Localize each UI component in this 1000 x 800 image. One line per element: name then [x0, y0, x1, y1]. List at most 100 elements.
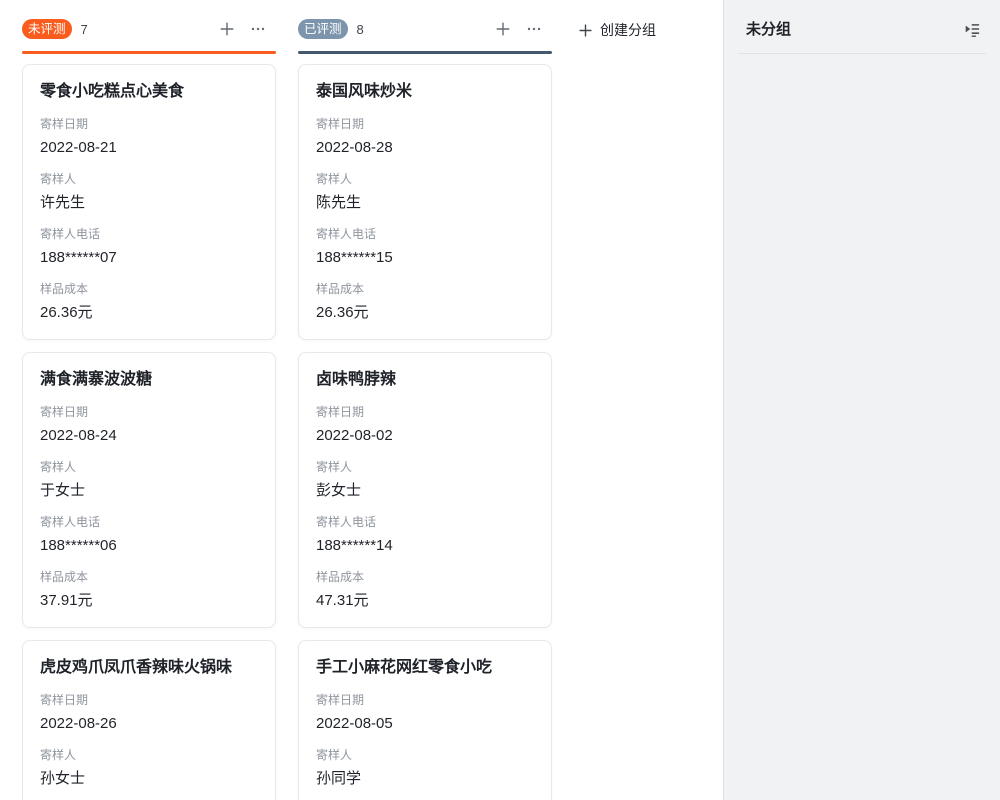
field-label: 样品成本 [40, 280, 258, 298]
card-field: 寄样人 彭女士 [316, 458, 534, 501]
field-label: 寄样人电话 [316, 225, 534, 243]
field-value: 2022-08-05 [316, 713, 534, 734]
field-label: 寄样人 [316, 746, 534, 764]
field-value: 2022-08-21 [40, 137, 258, 158]
ungrouped-panel: 未分组 [723, 0, 1000, 800]
panel-divider [738, 53, 986, 54]
field-value: 陈先生 [316, 192, 534, 213]
plus-icon [578, 23, 593, 38]
field-label: 寄样人电话 [316, 513, 534, 531]
kanban-card[interactable]: 卤味鸭脖辣 寄样日期 2022-08-02 寄样人 彭女士 寄样人电话 188*… [298, 352, 552, 628]
field-label: 寄样人 [316, 170, 534, 188]
card-title: 满食满寨波波糖 [40, 368, 258, 391]
field-value: 188******15 [316, 247, 534, 268]
ungrouped-panel-header: 未分组 [724, 0, 1000, 39]
field-value: 188******06 [40, 535, 258, 556]
card-field: 寄样人 孙同学 [316, 746, 534, 789]
plus-icon [219, 21, 235, 37]
card-title: 虎皮鸡爪凤爪香辣味火锅味 [40, 656, 258, 679]
card-field: 寄样日期 2022-08-26 [40, 691, 258, 734]
card-list: 零食小吃糕点心美食 寄样日期 2022-08-21 寄样人 许先生 寄样人电话 … [22, 64, 276, 800]
field-label: 寄样日期 [316, 403, 534, 421]
kanban-card[interactable]: 满食满寨波波糖 寄样日期 2022-08-24 寄样人 于女士 寄样人电话 18… [22, 352, 276, 628]
create-group-button[interactable]: 创建分组 [578, 20, 656, 40]
field-label: 寄样日期 [316, 115, 534, 133]
field-label: 寄样人 [40, 746, 258, 764]
card-field: 寄样日期 2022-08-05 [316, 691, 534, 734]
column-actions [495, 21, 552, 37]
field-label: 样品成本 [316, 568, 534, 586]
card-title: 泰国风味炒米 [316, 80, 534, 103]
card-title: 卤味鸭脖辣 [316, 368, 534, 391]
card-title: 零食小吃糕点心美食 [40, 80, 258, 103]
field-value: 2022-08-28 [316, 137, 534, 158]
card-field: 寄样人 许先生 [40, 170, 258, 213]
card-field: 寄样人电话 188******15 [316, 225, 534, 268]
field-label: 寄样日期 [316, 691, 534, 709]
field-label: 寄样日期 [40, 403, 258, 421]
group-count: 8 [357, 22, 364, 37]
field-value: 26.36元 [316, 302, 534, 323]
create-group-label: 创建分组 [600, 20, 656, 40]
kanban-card[interactable]: 手工小麻花网红零食小吃 寄样日期 2022-08-05 寄样人 孙同学 寄样人电… [298, 640, 552, 800]
more-options-button[interactable] [526, 21, 542, 37]
field-value: 188******14 [316, 535, 534, 556]
add-record-button[interactable] [495, 21, 511, 37]
field-label: 寄样日期 [40, 115, 258, 133]
ungrouped-panel-title: 未分组 [746, 18, 791, 39]
add-record-button[interactable] [219, 21, 235, 37]
field-label: 寄样人 [316, 458, 534, 476]
collapse-panel-button[interactable] [962, 19, 982, 39]
field-value: 2022-08-26 [40, 713, 258, 734]
field-value: 孙女士 [40, 768, 258, 789]
card-field: 样品成本 26.36元 [40, 280, 258, 323]
ellipsis-icon [526, 21, 542, 37]
card-field: 寄样人 孙女士 [40, 746, 258, 789]
field-label: 寄样人 [40, 458, 258, 476]
collapse-list-icon [963, 20, 981, 38]
kanban-card[interactable]: 零食小吃糕点心美食 寄样日期 2022-08-21 寄样人 许先生 寄样人电话 … [22, 64, 276, 340]
field-value: 于女士 [40, 480, 258, 501]
field-value: 188******07 [40, 247, 258, 268]
group-color-underline [298, 51, 552, 54]
field-label: 寄样人电话 [40, 513, 258, 531]
card-list: 泰国风味炒米 寄样日期 2022-08-28 寄样人 陈先生 寄样人电话 188… [298, 64, 552, 800]
field-value: 2022-08-02 [316, 425, 534, 446]
kanban-card[interactable]: 虎皮鸡爪凤爪香辣味火锅味 寄样日期 2022-08-26 寄样人 孙女士 寄样人… [22, 640, 276, 800]
field-label: 样品成本 [316, 280, 534, 298]
group-badge[interactable]: 未评测 [22, 19, 72, 39]
field-label: 样品成本 [40, 568, 258, 586]
column-actions [219, 21, 276, 37]
kanban-card[interactable]: 泰国风味炒米 寄样日期 2022-08-28 寄样人 陈先生 寄样人电话 188… [298, 64, 552, 340]
group-count: 7 [81, 22, 88, 37]
column-header: 已评测 8 [298, 19, 552, 39]
kanban-board-area: 未评测 7 [0, 0, 723, 800]
field-value: 孙同学 [316, 768, 534, 789]
field-value: 2022-08-24 [40, 425, 258, 446]
card-field: 寄样人电话 188******07 [40, 225, 258, 268]
more-options-button[interactable] [250, 21, 266, 37]
kanban-column-not-evaluated: 未评测 7 [22, 19, 276, 800]
card-field: 寄样日期 2022-08-21 [40, 115, 258, 158]
card-field: 寄样人电话 188******14 [316, 513, 534, 556]
card-field: 样品成本 37.91元 [40, 568, 258, 611]
card-field: 寄样人 于女士 [40, 458, 258, 501]
field-value: 26.36元 [40, 302, 258, 323]
card-field: 样品成本 26.36元 [316, 280, 534, 323]
card-title: 手工小麻花网红零食小吃 [316, 656, 534, 679]
kanban-board: 未评测 7 [22, 19, 656, 800]
card-field: 寄样人 陈先生 [316, 170, 534, 213]
group-badge[interactable]: 已评测 [298, 19, 348, 39]
plus-icon [495, 21, 511, 37]
kanban-column-evaluated: 已评测 8 [298, 19, 552, 800]
card-field: 样品成本 47.31元 [316, 568, 534, 611]
field-label: 寄样日期 [40, 691, 258, 709]
field-value: 47.31元 [316, 590, 534, 611]
field-label: 寄样人电话 [40, 225, 258, 243]
ellipsis-icon [250, 21, 266, 37]
field-value: 许先生 [40, 192, 258, 213]
column-header: 未评测 7 [22, 19, 276, 39]
group-color-underline [22, 51, 276, 54]
card-field: 寄样日期 2022-08-02 [316, 403, 534, 446]
card-field: 寄样日期 2022-08-28 [316, 115, 534, 158]
